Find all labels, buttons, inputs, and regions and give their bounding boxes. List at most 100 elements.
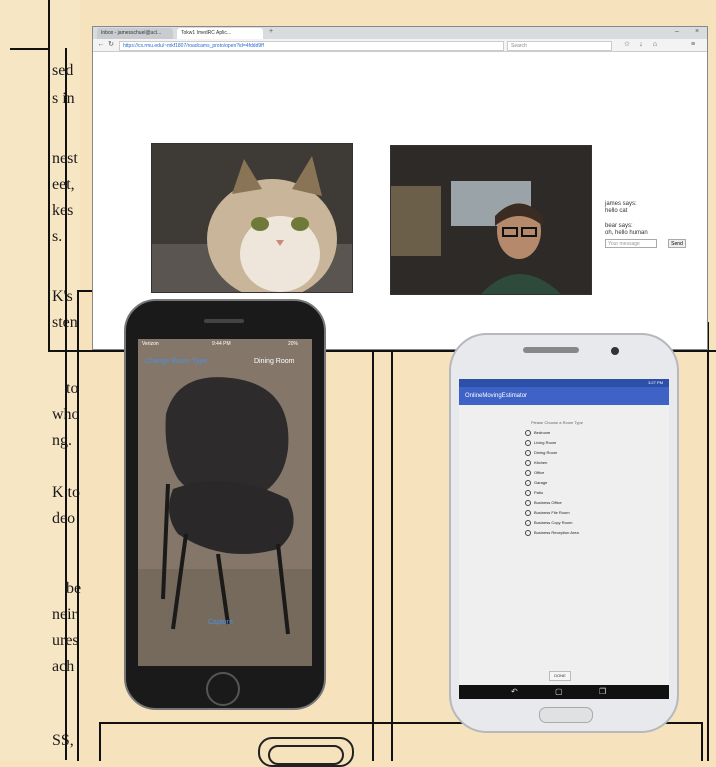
iphone-device: Verizon 9:44 PM 20% Change Room Type Din… (124, 299, 326, 710)
paper-text-line: ach (52, 658, 75, 675)
close-window-icon[interactable]: × (693, 28, 701, 36)
radio-option-label: Business Reception Area (534, 530, 579, 535)
iphone-speaker (204, 319, 244, 323)
back-icon[interactable]: ← (97, 41, 105, 49)
paper-text-line: s in (52, 90, 75, 107)
room-type-radio-option[interactable]: Business Reception Area (525, 529, 579, 537)
radio-button-icon[interactable] (525, 439, 531, 446)
frame-line-top-left-vertical (48, 0, 50, 352)
paper-text-line: K's (52, 288, 73, 305)
radio-button-icon[interactable] (525, 479, 531, 486)
frame-line-left-vertical (65, 48, 67, 760)
radio-option-label: Office (534, 470, 545, 475)
ios-status-time: 9:44 PM (212, 341, 231, 347)
minimize-icon[interactable]: – (673, 28, 681, 36)
browser-search-field[interactable]: Search (507, 41, 612, 51)
chat-message-2-author: bear says: (605, 223, 633, 229)
menu-icon[interactable]: ≡ (689, 41, 697, 49)
android-nav-bar: ↶ ▢ ❐ (459, 685, 669, 699)
radio-button-icon[interactable] (525, 429, 531, 436)
radio-button-icon[interactable] (525, 489, 531, 496)
android-speaker (523, 347, 579, 353)
browser-tab-bar: Inbox - jamesschuel@ucl... Tokw1 ImedRC … (93, 27, 707, 39)
frame-line-iphone-box-left (77, 290, 79, 761)
frame-line-iphone-box-right (372, 290, 374, 761)
chat-message-1-author: james says: (605, 201, 637, 207)
room-type-radio-option[interactable]: Bedroom (525, 429, 550, 437)
url-field[interactable]: https://cs.rmu.edu/~mkf1807/roadcams_pro… (119, 41, 504, 51)
remote-video-cat (151, 143, 353, 293)
paper-text-line: kes (52, 202, 74, 219)
star-icon[interactable]: ☆ (623, 41, 631, 49)
browser-address-bar: ← ↻ https://cs.rmu.edu/~mkf1807/roadcams… (93, 39, 707, 52)
radio-button-icon[interactable] (525, 509, 531, 516)
app-title-bar: OnlineMovingEstimator (459, 387, 669, 405)
tab-active-app[interactable]: Tokw1 ImedRC Aplic... (177, 28, 263, 39)
android-camera (611, 347, 619, 355)
radio-button-icon[interactable] (525, 469, 531, 476)
radio-button-icon[interactable] (525, 499, 531, 506)
home-nav-icon[interactable]: ▢ (555, 687, 563, 697)
radio-option-label: Living Room (534, 440, 557, 445)
tab-inbox[interactable]: Inbox - jamesschuel@ucl... (97, 28, 173, 39)
ios-status-battery: 20% (288, 341, 299, 347)
paper-text-line: deo (52, 510, 76, 527)
frame-line-bottom-box-left (99, 722, 101, 761)
room-type-radio-option[interactable]: Office (525, 469, 544, 477)
sketch-drawing-inner (268, 745, 344, 765)
iphone-home-button[interactable] (206, 672, 240, 706)
local-video-person (390, 145, 592, 295)
back-nav-icon[interactable]: ↶ (511, 687, 518, 697)
radio-button-icon[interactable] (525, 459, 531, 466)
new-tab-icon[interactable]: + (267, 28, 275, 36)
radio-option-label: Business Office (534, 500, 562, 505)
android-home-button[interactable] (539, 707, 593, 723)
frame-line-android-box-right (707, 322, 709, 761)
radio-option-label: Dining Room (534, 450, 558, 455)
radio-button-icon[interactable] (525, 449, 531, 456)
download-icon[interactable]: ↓ (637, 41, 645, 49)
room-type-radio-option[interactable]: Dining Room (525, 449, 557, 457)
radio-option-label: Business File Room (534, 510, 570, 515)
room-type-radio-option[interactable]: Business Office (525, 499, 562, 507)
chair-camera-view (138, 339, 312, 666)
chat-message-1-text: hello cat (605, 208, 628, 214)
chat-send-button[interactable]: Send (668, 239, 686, 248)
paper-text-line: SS, (52, 732, 74, 749)
paper-text-line: sed (52, 62, 74, 79)
radio-button-icon[interactable] (525, 519, 531, 526)
paper-text-line: s. (52, 228, 63, 245)
home-icon[interactable]: ⌂ (651, 41, 659, 49)
radio-option-label: Business Copy Room (534, 520, 573, 525)
room-type-radio-option[interactable]: Kitchen (525, 459, 547, 467)
paper-text-line: eet, (52, 176, 75, 193)
change-room-type-button[interactable]: Change Room Type (145, 358, 207, 365)
room-type-radio-option[interactable]: Business Copy Room (525, 519, 572, 527)
frame-line-left-horizontal (10, 48, 50, 50)
room-type-radio-option[interactable]: Living Room (525, 439, 556, 447)
iphone-screen: Verizon 9:44 PM 20% Change Room Type Din… (138, 339, 312, 666)
ios-status-carrier: Verizon (142, 341, 159, 347)
room-type-radio-option[interactable]: Garage (525, 479, 547, 487)
android-device: 3:27 PM OnlineMovingEstimator Please Cho… (449, 333, 679, 733)
android-screen: 3:27 PM OnlineMovingEstimator Please Cho… (459, 379, 669, 699)
done-button[interactable]: DONE (549, 671, 571, 681)
radio-option-label: Bedroom (534, 430, 551, 435)
chat-message-2-text: oh, hello human (605, 230, 648, 236)
radio-button-icon[interactable] (525, 529, 531, 536)
radio-option-label: Patio (534, 490, 544, 495)
chat-message-input[interactable]: Your message (605, 239, 657, 248)
recents-nav-icon[interactable]: ❐ (599, 687, 606, 697)
person-image (391, 146, 591, 294)
radio-option-label: Kitchen (534, 460, 548, 465)
paper-text-line: ng. (52, 432, 72, 449)
radio-option-label: Garage (534, 480, 548, 485)
cat-image (152, 144, 352, 292)
android-status-bar: 3:27 PM (459, 379, 669, 387)
room-type-radio-option[interactable]: Business File Room (525, 509, 570, 517)
room-type-radio-option[interactable]: Patio (525, 489, 543, 497)
reload-icon[interactable]: ↻ (107, 41, 115, 49)
room-type-label: Dining Room (254, 358, 295, 365)
frame-line-android-box-left (391, 322, 393, 761)
capture-button[interactable]: Capture (208, 619, 233, 626)
